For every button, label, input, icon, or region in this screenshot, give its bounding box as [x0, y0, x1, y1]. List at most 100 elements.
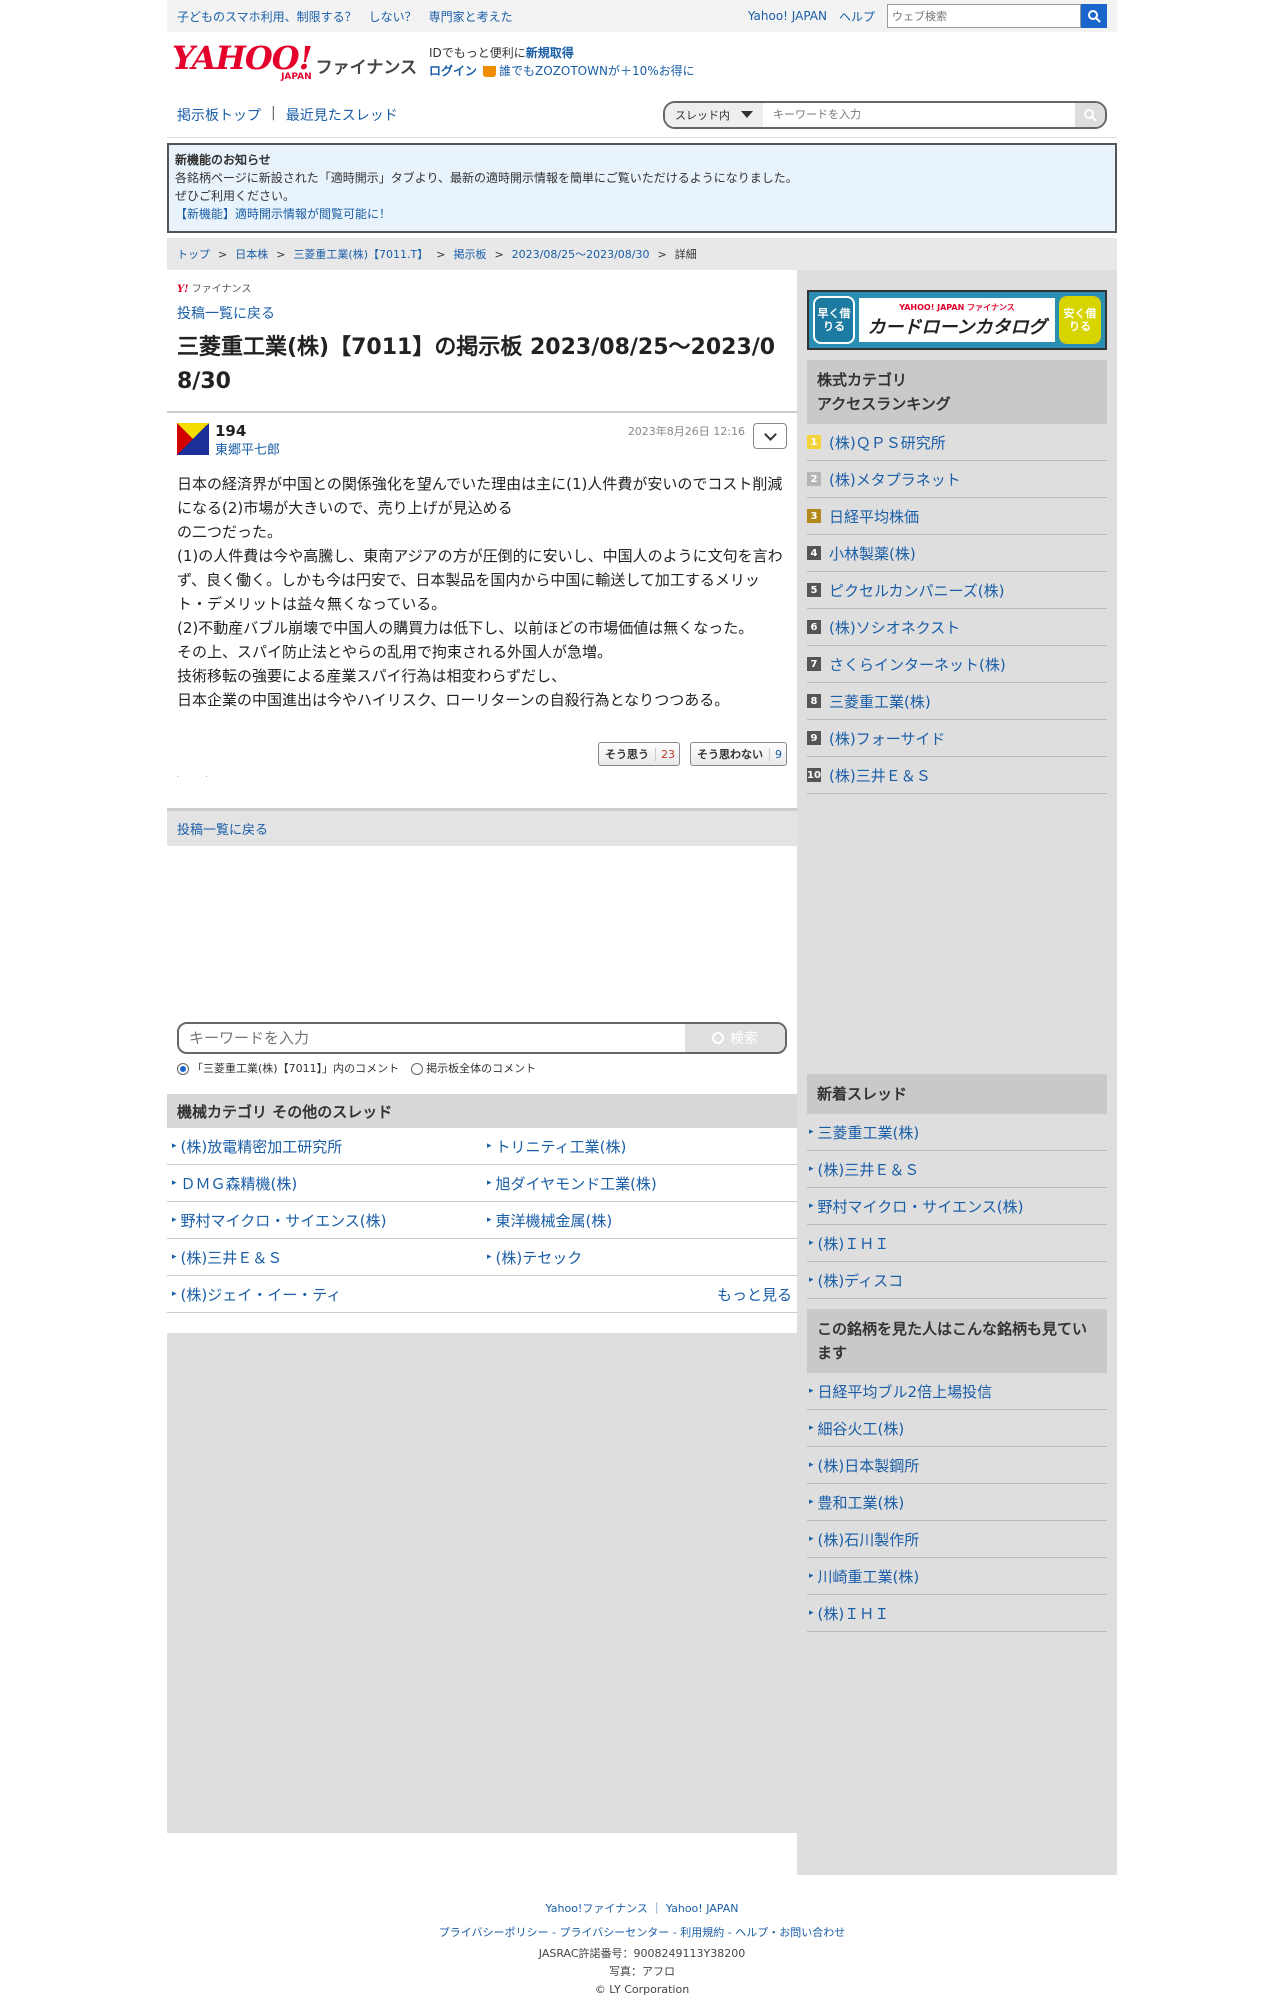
ranking-item[interactable]: 6 (株)ソシオネクスト	[807, 609, 1107, 646]
list-item[interactable]: ▸ 東洋機械金属(株)	[482, 1202, 797, 1239]
footer-yfinance-link[interactable]: Yahoo!ファイナンス	[546, 1902, 648, 1915]
search-icon	[1084, 108, 1097, 122]
radio-this-thread[interactable]: 「三菱重工業(株)【7011】」内のコメント	[177, 1060, 399, 1076]
back-bar: 投稿一覧に戻る	[167, 810, 797, 846]
back-to-list-link[interactable]: 投稿一覧に戻る	[177, 303, 787, 323]
breadcrumb: トップ > 日本株 > 三菱重工業(株)【7011.T】 > 掲示板 > 2023/08…	[167, 238, 1117, 270]
card-loan-banner[interactable]: 早く借りる YAHOO! JAPAN ファイナンス カードローンカタログ 安く借…	[807, 290, 1107, 350]
zozo-promo-link[interactable]: 誰でもZOZOTOWNが＋10%お得に	[499, 64, 695, 78]
post-author[interactable]: 東郷平七郎	[215, 443, 280, 458]
copyright: © LY Corporation	[594, 1983, 690, 1996]
cart-icon	[483, 66, 496, 77]
jasrac-number: JASRAC許諾番号：9008249113Y38200	[538, 1947, 746, 1960]
new-thread-item[interactable]: ▸ (株)ＩＨＩ	[807, 1225, 1107, 1262]
yahoo-finance-logo[interactable]: YAHOO! JAPAN ファイナンス	[172, 42, 417, 82]
access-ranking: 株式カテゴリ アクセスランキング 1 (株)ＱＰＳ研究所 2 (株)メタプラネット 3 日経…	[807, 360, 1107, 794]
post-body: 日本の経済界が中国との関係強化を望んでいた理由は主に(1)人件費が安いのでコスト…	[177, 475, 783, 709]
rank-badge: 10	[807, 768, 821, 782]
also-viewed-item[interactable]: ▸ 川崎重工業(株)	[807, 1558, 1107, 1595]
privacy-center-link[interactable]: プライバシーセンター	[560, 1926, 670, 1939]
search-icon	[712, 1032, 724, 1044]
ranking-item[interactable]: 5 ピクセルカンパニーズ(株)	[807, 572, 1107, 609]
also-viewed-item[interactable]: ▸ 日経平均ブル2倍上場投信	[807, 1373, 1107, 1410]
bbs-search-button[interactable]	[1075, 102, 1105, 127]
footer-yahoo-link[interactable]: Yahoo! JAPAN	[666, 1902, 739, 1915]
side-column: 早く借りる YAHOO! JAPAN ファイナンス カードローンカタログ 安く借…	[797, 270, 1117, 1875]
also-viewed-item[interactable]: ▸ 細谷火工(株)	[807, 1410, 1107, 1447]
page: 子どものスマホ利用、制限する？ しない？ 専門家と考えた Yahoo! JAPA…	[167, 0, 1117, 1999]
disagree-button[interactable]: そう思わない 9	[690, 742, 787, 766]
also-viewed-item[interactable]: ▸ (株)ＩＨＩ	[807, 1595, 1107, 1632]
agree-button[interactable]: そう思う 23	[598, 742, 680, 766]
breadcrumb-period[interactable]: 2023/08/25〜2023/08/30	[512, 246, 650, 262]
also-viewed-item[interactable]: ▸ (株)石川製作所	[807, 1521, 1107, 1558]
bbs-top-link[interactable]: 掲示板トップ	[177, 105, 261, 125]
new-thread-item[interactable]: ▸ (株)ディスコ	[807, 1262, 1107, 1299]
page-title: 三菱重工業(株)【7011】の掲示板 2023/08/25〜2023/08/30	[177, 335, 776, 394]
also-viewed-item[interactable]: ▸ 豊和工業(株)	[807, 1484, 1107, 1521]
rank-badge: 1	[807, 435, 821, 449]
post-menu-button[interactable]	[753, 423, 787, 449]
ranking-item[interactable]: 3 日経平均株価	[807, 498, 1107, 535]
chevron-down-icon	[763, 427, 777, 441]
list-item[interactable]: ▸ 旭ダイヤモンド工業(株)	[482, 1165, 797, 1202]
ranking-item[interactable]: 8 三菱重工業(株)	[807, 683, 1107, 720]
notice-link[interactable]: 【新機能】適時開示情報が閲覧可能に！	[175, 207, 391, 221]
ranking-item[interactable]: 1 (株)ＱＰＳ研究所	[807, 424, 1107, 461]
ranking-item[interactable]: 9 (株)フォーサイド	[807, 720, 1107, 757]
rank-badge: 6	[807, 620, 821, 634]
scope-select[interactable]: スレッド内	[665, 102, 763, 127]
radio-all-board[interactable]: 掲示板全体のコメント	[411, 1060, 536, 1076]
photo-credit: 写真：アフロ	[609, 1965, 675, 1978]
yahoo-japan-link[interactable]: Yahoo! JAPAN	[748, 9, 827, 23]
header: YAHOO! JAPAN ファイナンス IDでもっと便利に新規取得 ログイン 誰で…	[167, 32, 1117, 92]
breadcrumb-stock[interactable]: 三菱重工業(株)【7011.T】	[293, 246, 428, 262]
breadcrumb-top[interactable]: トップ	[177, 246, 210, 262]
rank-badge: 4	[807, 546, 821, 560]
list-item[interactable]: ▸ (株)テセック	[482, 1239, 797, 1276]
ranking-item[interactable]: 2 (株)メタプラネット	[807, 461, 1107, 498]
register-link[interactable]: 新規取得	[526, 46, 574, 60]
keyword-search-button[interactable]: 検索	[685, 1024, 785, 1052]
list-item[interactable]: ▸ (株)三井Ｅ＆Ｓ	[167, 1239, 482, 1276]
keyword-search-input[interactable]	[179, 1024, 685, 1052]
login-link[interactable]: ログイン	[429, 64, 477, 78]
breadcrumb-japan-stocks[interactable]: 日本株	[235, 246, 268, 262]
list-item[interactable]: ▸ ＤＭＧ森精機(株)	[167, 1165, 482, 1202]
also-viewed: この銘柄を見た人はこんな銘柄も見ています ▸ 日経平均ブル2倍上場投信 ▸ 細谷火工(…	[807, 1309, 1107, 1632]
list-item[interactable]: ▸ (株)放電精密加工研究所	[167, 1128, 482, 1165]
share-links[interactable]: · ·	[177, 774, 247, 781]
also-viewed-item[interactable]: ▸ (株)日本製鋼所	[807, 1447, 1107, 1484]
search-icon	[1088, 10, 1101, 23]
ranking-item[interactable]: 7 さくらインターネット(株)	[807, 646, 1107, 683]
feature-notice: 新機能のお知らせ 各銘柄ページに新設された「適時開示」タブより、最新の適時開示情…	[167, 143, 1117, 233]
terms-link[interactable]: 利用規約	[680, 1926, 724, 1939]
ranking-item[interactable]: 10 (株)三井Ｅ＆Ｓ	[807, 757, 1107, 794]
new-thread-item[interactable]: ▸ 野村マイクロ・サイエンス(株)	[807, 1188, 1107, 1225]
yfinance-small-logo: Y! ファイナンス	[177, 284, 252, 295]
help-contact-link[interactable]: ヘルプ・お問い合わせ	[735, 1926, 845, 1939]
web-search-input[interactable]	[887, 4, 1081, 28]
new-thread-item[interactable]: ▸ 三菱重工業(株)	[807, 1114, 1107, 1151]
list-item[interactable]: ▸ 野村マイクロ・サイエンス(株)	[167, 1202, 482, 1239]
ranking-item[interactable]: 4 小林製薬(株)	[807, 535, 1107, 572]
list-item[interactable]: ▸ (株)ジェイ・イー・ティ	[167, 1276, 482, 1313]
privacy-policy-link[interactable]: プライバシーポリシー	[439, 1926, 549, 1939]
list-item[interactable]: ▸ トリニティ工業(株)	[482, 1128, 797, 1165]
rank-badge: 2	[807, 472, 821, 486]
recent-threads-link[interactable]: 最近見たスレッド	[286, 105, 398, 125]
more-link[interactable]: もっと見る	[482, 1276, 797, 1313]
back-to-list-bottom-link[interactable]: 投稿一覧に戻る	[177, 819, 268, 838]
web-search-button[interactable]	[1081, 4, 1107, 28]
help-link[interactable]: ヘルプ	[839, 8, 875, 25]
avatar[interactable]	[177, 423, 209, 455]
top-news-link[interactable]: 子どものスマホ利用、制限する？ しない？ 専門家と考えた	[177, 8, 513, 25]
rank-badge: 3	[807, 509, 821, 523]
new-thread-item[interactable]: ▸ (株)三井Ｅ＆Ｓ	[807, 1151, 1107, 1188]
breadcrumb-board[interactable]: 掲示板	[453, 246, 486, 262]
main-column: Y! ファイナンス 投稿一覧に戻る 三菱重工業(株)【7011】の掲示板 202…	[167, 270, 797, 1875]
caret-down-icon	[741, 111, 753, 118]
bbs-search-input[interactable]	[763, 102, 1075, 127]
rank-badge: 5	[807, 583, 821, 597]
bbs-nav: 掲示板トップ | 最近見たスレッド スレッド内	[167, 92, 1117, 138]
